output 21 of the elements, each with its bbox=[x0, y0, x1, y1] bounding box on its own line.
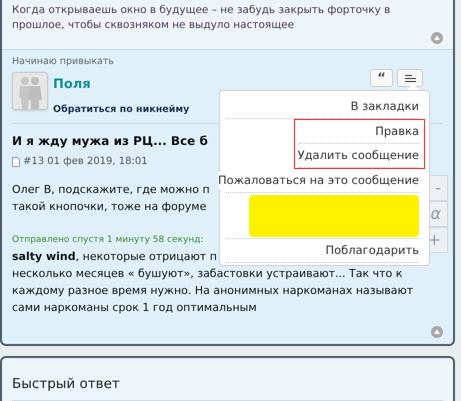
menu-lines-icon bbox=[404, 74, 416, 82]
document-icon bbox=[12, 156, 20, 166]
post-text: salty wind, некоторые отрицают п bbox=[12, 248, 217, 264]
thread-title: И я жду мужа из РЦ... Все б bbox=[12, 133, 208, 150]
section-title: Быстрый ответ bbox=[12, 374, 120, 394]
post-text: сами наркоманы срок 1 год оптимальным bbox=[12, 300, 257, 316]
scroll-up-icon[interactable] bbox=[431, 326, 443, 338]
post-text: несколько месяцев « бушуют», забастовки устраивают... Так что к bbox=[12, 266, 402, 282]
mention-link[interactable]: Обратиться по никнейму bbox=[53, 102, 190, 117]
merged-note: Отправлено спустя 1 минуту 58 секунд: bbox=[12, 234, 204, 247]
post-meta[interactable]: #13 01 фев 2019, 18:01 bbox=[23, 154, 148, 169]
post-text: каждому разное время нужно. На анонимных наркоманах называют bbox=[12, 282, 414, 298]
post-menu-button[interactable] bbox=[397, 69, 423, 88]
menu-item[interactable]: Пожаловаться на это сообщение bbox=[218, 172, 419, 190]
scroll-up-icon[interactable] bbox=[431, 32, 443, 44]
post-text: такой кнопочки, тоже на форуме bbox=[12, 199, 206, 215]
user-title: Начинаю привыкать bbox=[12, 55, 114, 69]
quote-button[interactable]: “ bbox=[370, 69, 393, 88]
signature-text: Когда открываешь окно в будущее – не забудь закрыть форточку в прошлое, чтобы сквозняком не выдуло настоящее bbox=[12, 3, 392, 33]
post-text: Олег В, подскажите, где можно п bbox=[12, 182, 210, 198]
avatar[interactable] bbox=[12, 72, 48, 110]
